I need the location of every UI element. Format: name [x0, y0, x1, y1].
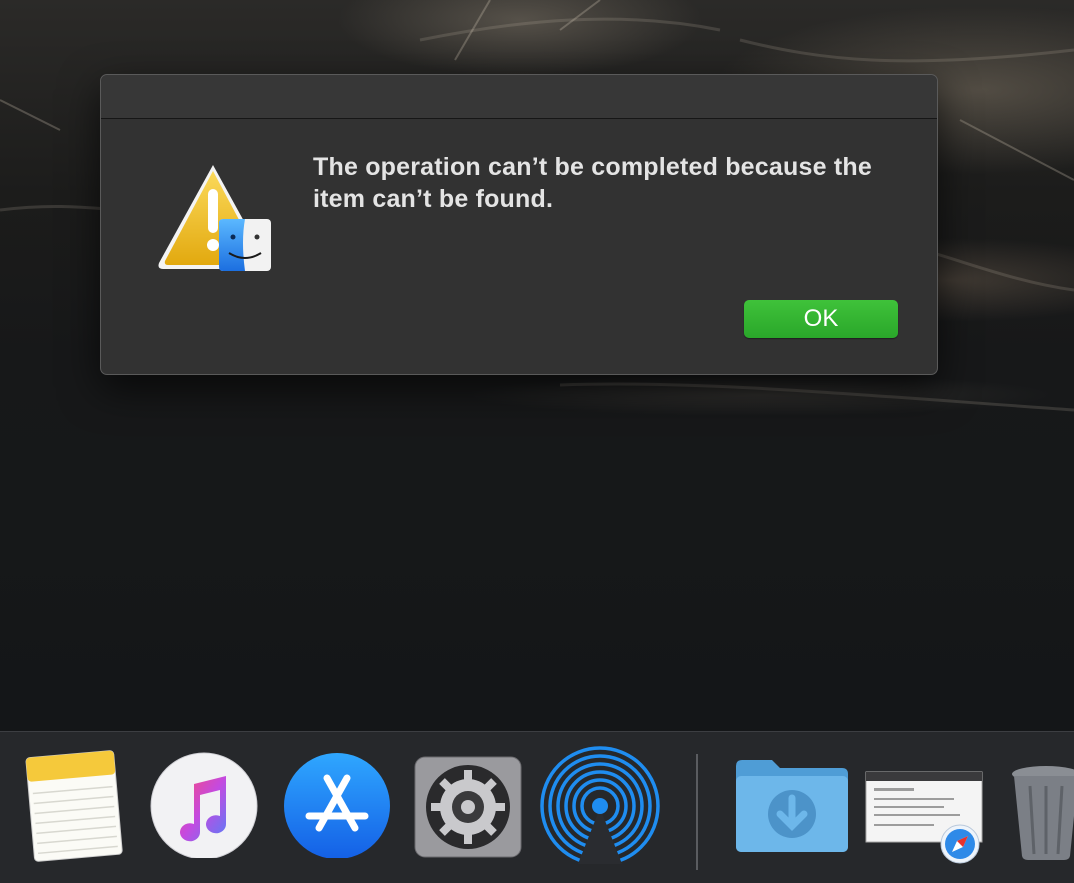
- ok-button[interactable]: OK: [744, 300, 898, 338]
- itunes-icon[interactable]: [148, 746, 260, 858]
- dialog-titlebar[interactable]: [101, 75, 937, 119]
- alert-message: The operation can’t be completed because…: [313, 153, 872, 213]
- notes-icon[interactable]: [22, 746, 126, 864]
- safari-window-icon[interactable]: [864, 746, 984, 864]
- dock-separator: [696, 754, 698, 870]
- dock: [0, 731, 1074, 883]
- trash-icon[interactable]: [1008, 746, 1074, 864]
- app-store-icon[interactable]: [281, 746, 393, 858]
- downloads-folder-icon[interactable]: [732, 746, 852, 854]
- system-preferences-icon[interactable]: [412, 746, 524, 858]
- warning-finder-icon: [158, 165, 271, 271]
- airdrop-icon[interactable]: [538, 746, 662, 864]
- alert-dialog: The operation can’t be completed because…: [100, 74, 938, 375]
